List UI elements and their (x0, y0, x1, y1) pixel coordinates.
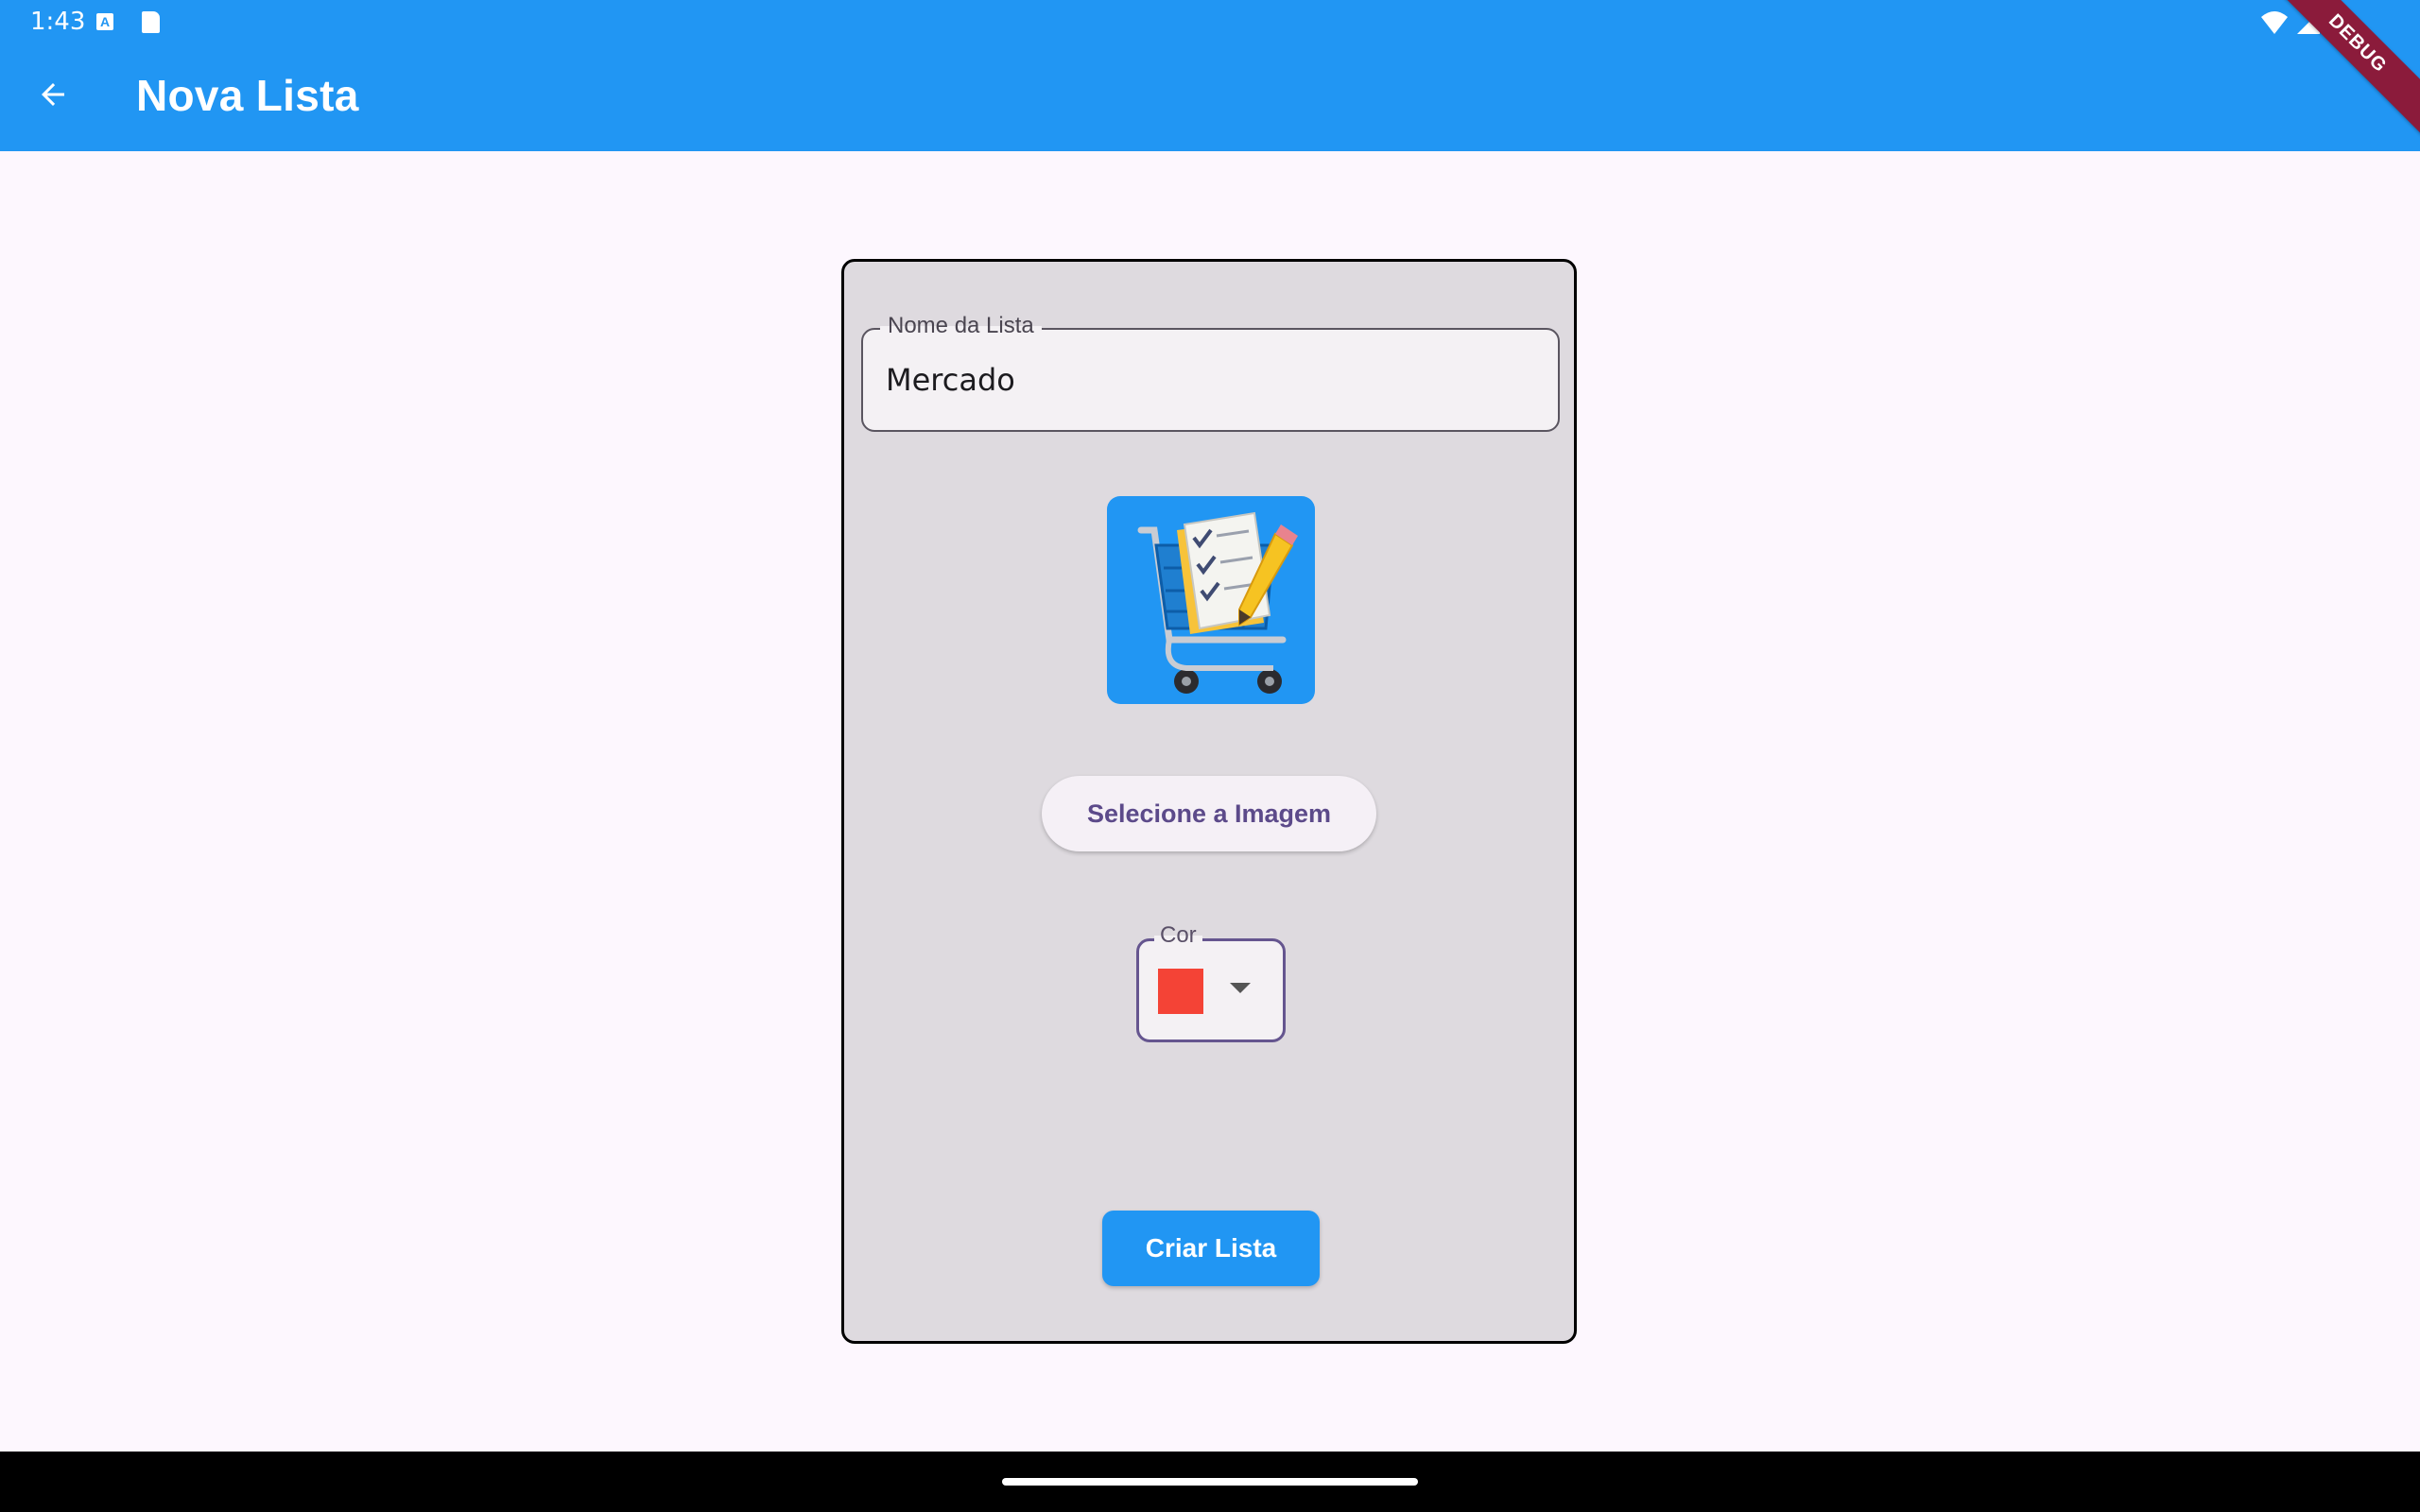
shopping-cart-checklist-icon (1137, 511, 1298, 694)
selected-color-swatch (1158, 969, 1203, 1014)
home-indicator[interactable] (1002, 1478, 1418, 1486)
list-name-label: Nome da Lista (880, 313, 1042, 339)
color-dropdown[interactable]: Cor (1136, 922, 1286, 1042)
list-name-field[interactable]: Nome da Lista Mercado (861, 313, 1560, 432)
list-image (1107, 496, 1315, 704)
system-nav-bar (0, 1452, 2420, 1512)
keyboard-icon: A (96, 13, 113, 30)
list-name-input[interactable]: Mercado (886, 362, 1015, 398)
new-list-card: Nome da Lista Mercado Selecione a Imagem… (841, 259, 1577, 1344)
arrow-back-icon (42, 83, 64, 106)
page-title: Nova Lista (136, 71, 359, 120)
chevron-down-icon (1230, 983, 1251, 993)
create-list-button[interactable]: Criar Lista (1102, 1211, 1320, 1286)
status-time: 1:43 (30, 8, 86, 36)
back-button[interactable] (26, 68, 79, 121)
sd-card-icon (142, 11, 160, 33)
app-bar: 1:43 A Nova Lista DEBUG (0, 0, 2420, 151)
color-label: Cor (1154, 922, 1202, 949)
select-image-button[interactable]: Selecione a Imagem (1042, 776, 1376, 851)
wifi-icon (2261, 11, 2288, 34)
